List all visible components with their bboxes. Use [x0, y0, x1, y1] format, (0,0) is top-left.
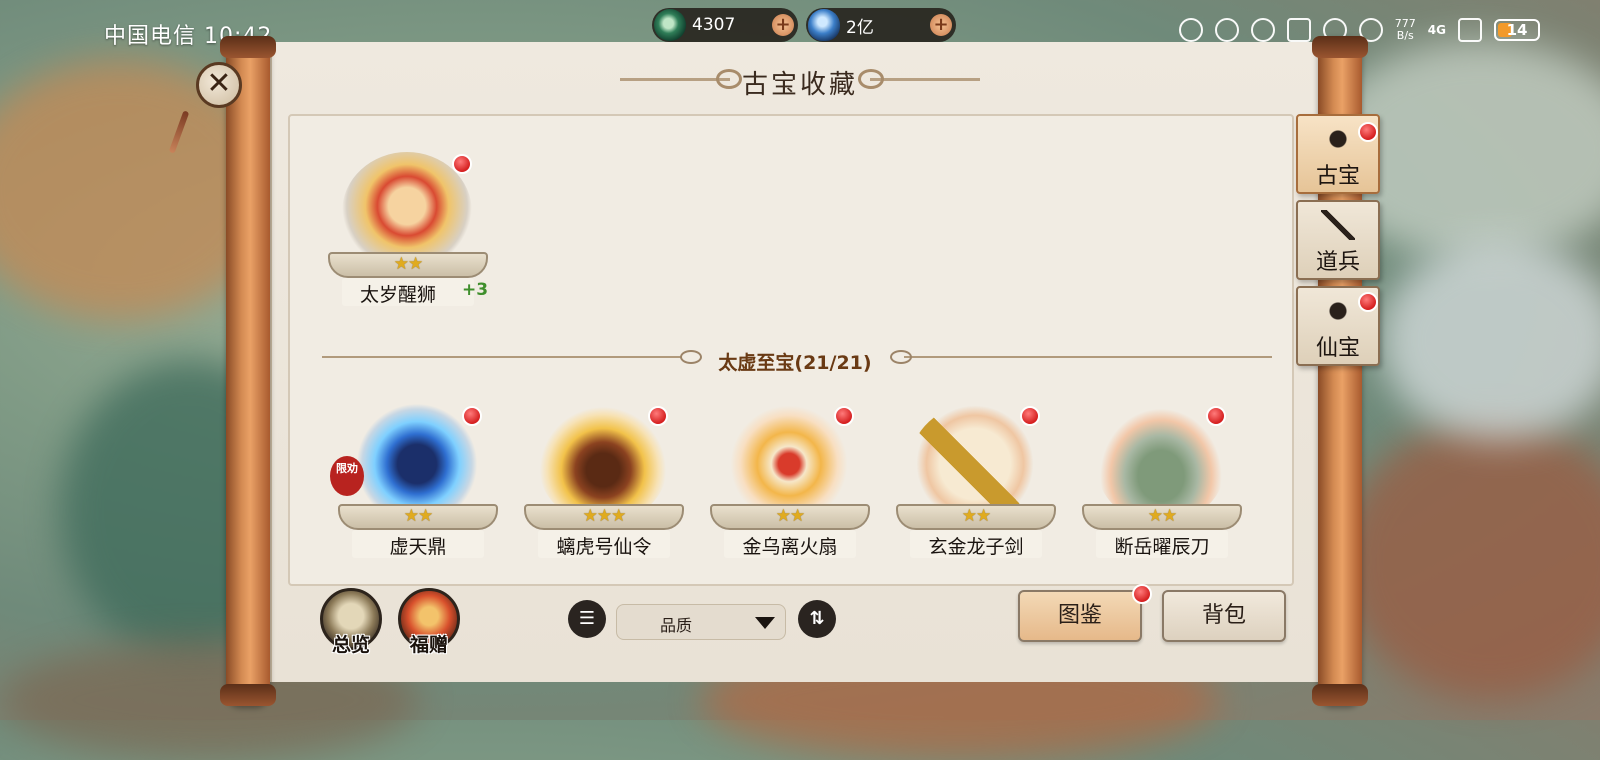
enhance-level: +3	[462, 280, 489, 300]
background-buildings	[1340, 420, 1600, 700]
eye-comfort-icon	[1214, 18, 1239, 42]
treasure-card[interactable]: ★★★ 螭虎号仙令	[524, 404, 684, 564]
notification-dot	[1206, 406, 1226, 426]
sort-dropdown[interactable]: 品质	[616, 604, 786, 640]
tab-label: 古宝	[1315, 164, 1360, 189]
tab-ancient-treasure[interactable]: 古宝	[1296, 114, 1380, 194]
featured-treasure[interactable]: ★★ 太岁醒狮 +3	[328, 152, 488, 312]
item-name: 断岳曜辰刀	[1114, 536, 1210, 558]
star-rating: ★★	[775, 506, 805, 526]
crystal-currency: 2亿 +	[806, 8, 956, 42]
atlas-label: 图鉴	[1057, 603, 1102, 628]
star-rating: ★★	[1147, 506, 1177, 526]
star-rating: ★★★	[582, 506, 627, 526]
notification-dot	[834, 406, 854, 426]
limited-badge: 限劝	[330, 456, 364, 496]
add-jade-button[interactable]: +	[772, 14, 794, 36]
spiral-icon	[1321, 296, 1355, 326]
sort-order-button[interactable]: ⇅	[798, 600, 836, 638]
battery-icon: 14	[1494, 19, 1540, 41]
item-name: 螭虎号仙令	[556, 536, 652, 558]
treasure-card[interactable]: ★★ 断岳曜辰刀	[1082, 404, 1242, 564]
section-title: 太虚至宝(21/21)	[718, 352, 872, 374]
sword-icon	[1321, 210, 1355, 240]
jade-amount: 4307	[692, 15, 736, 35]
add-crystal-button[interactable]: +	[930, 14, 952, 36]
sort-dropdown-value: 品质	[659, 616, 692, 635]
tab-dao-weapon[interactable]: 道兵	[1296, 200, 1380, 280]
tab-label: 道兵	[1315, 250, 1360, 275]
item-name: 金乌离火扇	[742, 536, 838, 558]
treasure-card[interactable]: 限劝 ★★ 虚天鼎	[330, 404, 498, 564]
item-name: 玄金龙子剑	[928, 536, 1024, 558]
hd-call-icon	[1178, 18, 1203, 42]
bluetooth-icon	[1286, 18, 1311, 42]
lotus-icon	[1321, 124, 1355, 154]
scroll-rod-left	[220, 36, 276, 706]
notification-dot	[452, 154, 472, 174]
network-speed-unit: B/s	[1396, 29, 1414, 42]
jade-coin-icon	[654, 9, 686, 41]
bag-label: 背包	[1201, 603, 1246, 628]
atlas-button[interactable]: 图鉴	[1018, 590, 1142, 642]
star-rating: ★★	[961, 506, 991, 526]
notification-dot	[1132, 584, 1152, 604]
notification-dot	[648, 406, 668, 426]
crystal-amount: 2亿	[846, 17, 874, 38]
treasure-card[interactable]: ★★ 金乌离火扇	[710, 404, 870, 564]
blue-crystal-icon	[808, 9, 840, 41]
signal-icon	[1458, 18, 1482, 42]
notification-dot	[1020, 406, 1040, 426]
filter-list-button[interactable]: ☰	[568, 600, 606, 638]
star-rating: ★★	[393, 254, 423, 274]
overview-label: 总览	[331, 634, 370, 656]
notification-dot	[462, 406, 482, 426]
network-type: 4G	[1427, 23, 1446, 37]
chevron-down-icon	[755, 617, 775, 629]
title-banner: 古宝收藏	[620, 58, 980, 102]
tab-label: 仙宝	[1315, 336, 1360, 361]
page-title: 古宝收藏	[741, 70, 858, 100]
background-clouds	[1380, 240, 1600, 440]
notification-dot	[1358, 292, 1378, 312]
notification-dot	[1358, 122, 1378, 142]
jade-currency: 4307 +	[652, 8, 798, 42]
battery-level: 14	[1506, 21, 1528, 39]
bag-button[interactable]: 背包	[1162, 590, 1286, 642]
divider-right	[904, 356, 1272, 358]
alarm-icon	[1250, 18, 1275, 42]
star-rating: ★★	[403, 506, 433, 526]
network-speed: 777 B/s	[1395, 18, 1416, 42]
item-name: 虚天鼎	[389, 536, 447, 558]
divider-left	[322, 356, 682, 358]
item-name: 太岁醒狮	[359, 284, 436, 306]
gift-label: 福赠	[409, 634, 448, 656]
treasure-card[interactable]: ★★ 玄金龙子剑	[896, 404, 1056, 564]
tab-immortal-treasure[interactable]: 仙宝	[1296, 286, 1380, 366]
close-button[interactable]: ✕	[196, 62, 242, 108]
